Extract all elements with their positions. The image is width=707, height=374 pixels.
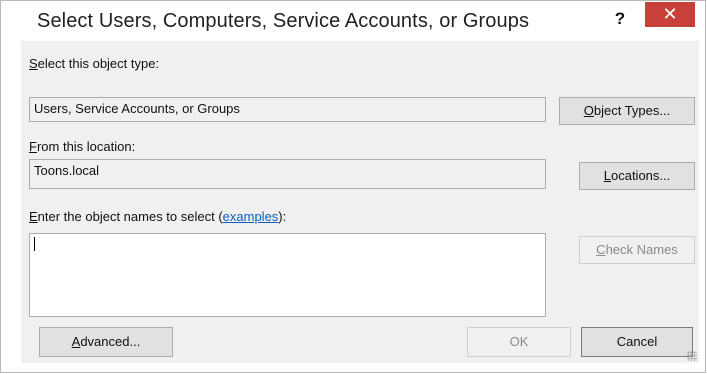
dialog-title: Select Users, Computers, Service Account… — [37, 10, 530, 32]
location-label: From this location: — [29, 139, 136, 154]
dialog-body: Select this object type: Users, Service … — [21, 41, 699, 363]
object-type-field: Users, Service Accounts, or Groups — [29, 97, 546, 122]
object-types-button[interactable]: Object Types... — [559, 97, 695, 125]
check-names-button[interactable]: Check Names — [579, 236, 695, 264]
title-bar: Select Users, Computers, Service Account… — [1, 1, 705, 41]
help-icon[interactable]: ? — [607, 7, 633, 31]
ok-button[interactable]: OK — [467, 327, 571, 357]
examples-link[interactable]: examples — [223, 209, 279, 224]
resize-grip[interactable] — [687, 351, 697, 361]
location-field: Toons.local — [29, 159, 546, 189]
object-names-input[interactable] — [29, 233, 546, 317]
text-caret — [34, 237, 35, 251]
object-names-label: Enter the object names to select (exampl… — [29, 209, 287, 224]
locations-button[interactable]: Locations... — [579, 162, 695, 190]
close-button[interactable]: ✕ — [645, 2, 695, 27]
select-users-dialog: Select Users, Computers, Service Account… — [0, 0, 706, 373]
advanced-button[interactable]: Advanced... — [39, 327, 173, 357]
cancel-button[interactable]: Cancel — [581, 327, 693, 357]
object-type-label: Select this object type: — [29, 56, 160, 71]
